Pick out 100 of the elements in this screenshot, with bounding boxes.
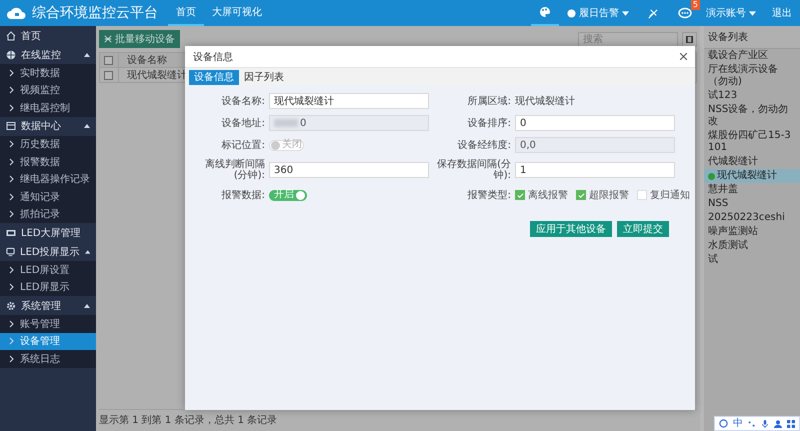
chevron-icon	[9, 266, 14, 274]
dialog-tab[interactable]: 设备信息	[189, 70, 239, 85]
device-tree-item[interactable]: NSS	[704, 197, 800, 211]
sidebar-item[interactable]: 抓拍记录	[0, 206, 96, 223]
sidebar-group-item[interactable]: 数据中心	[0, 116, 96, 136]
device-tree-item[interactable]: 20250223ceshi	[704, 211, 800, 225]
chevron-icon	[9, 354, 14, 363]
sidebar-group-item[interactable]: 首页	[0, 26, 96, 45]
field-value: 现代城裂缝计	[515, 94, 575, 108]
caret-icon	[622, 10, 629, 16]
device-tree-item[interactable]: 代城裂缝计	[704, 155, 800, 169]
sidebar-group-item[interactable]: 在线监控	[0, 45, 96, 64]
user-menu[interactable]: 演示账号	[698, 6, 764, 20]
chevron-icon	[9, 175, 14, 184]
sidebar-item[interactable]: 视频监控	[0, 82, 96, 99]
dialog-tab[interactable]: 因子列表	[239, 70, 289, 85]
caret-icon	[84, 250, 90, 254]
field-label: 设备地址:	[220, 118, 265, 128]
sidebar-item[interactable]: 设备管理	[0, 332, 96, 350]
sidebar-item[interactable]: 账号管理	[0, 315, 96, 332]
checkbox[interactable]	[515, 190, 525, 200]
sidebar-item[interactable]: 继电器操作记录	[0, 170, 96, 188]
input-field[interactable]: 0	[515, 115, 675, 131]
logout-link[interactable]: 退出	[764, 6, 800, 20]
fullscreen-button[interactable]	[682, 32, 697, 46]
device-tree-item[interactable]: 试123	[704, 89, 800, 103]
app-title: 综合环境监控云平台	[32, 4, 158, 22]
sidebar-item[interactable]: 实时数据	[0, 64, 96, 82]
caret-icon	[749, 10, 756, 16]
sidebar-group-item[interactable]: LED大屏管理	[0, 223, 96, 242]
sidebar-item[interactable]: LED屏设置	[0, 261, 96, 278]
field-label: 设备名称:	[220, 96, 265, 106]
gear-icon	[6, 300, 16, 310]
device-tree-item[interactable]: NSS设备，勿动勿改	[704, 103, 800, 129]
punctuation-icon[interactable]	[748, 420, 756, 428]
device-tree-item[interactable]: 载设合产业区	[704, 49, 800, 63]
dialog-button[interactable]: 应用于其他设备	[530, 221, 612, 237]
chat-icon[interactable]	[678, 7, 692, 19]
home-icon	[6, 30, 16, 40]
search-field[interactable]: 搜索	[578, 32, 678, 46]
sidebar-item[interactable]: 历史数据	[0, 136, 96, 153]
chevron-icon	[9, 104, 14, 112]
field-label: 设备排序:	[466, 118, 511, 128]
sidebar-item[interactable]: 通知记录	[0, 188, 96, 206]
palette-icon[interactable]	[539, 6, 551, 18]
checkbox[interactable]	[576, 190, 586, 200]
redaction-blur	[274, 119, 298, 127]
field-label: 报警类型:	[466, 190, 511, 200]
field-label: 离线判断间隔(分钟):	[204, 159, 265, 181]
close-icon[interactable]	[680, 53, 687, 60]
monitor-icon	[6, 246, 15, 256]
field-label: 保存数据间隔(分钟):	[436, 159, 511, 181]
grid-icon[interactable]	[787, 420, 795, 428]
online-dot-icon	[708, 172, 715, 180]
chevron-icon	[9, 86, 14, 94]
device-tree-item[interactable]: 慧井盖	[704, 183, 800, 197]
sidebar-item[interactable]: LED屏显示	[0, 278, 96, 296]
input-field[interactable]: 1	[515, 162, 675, 178]
device-tree-item[interactable]: 水质测试	[704, 239, 800, 253]
device-tree-item[interactable]: 煤股份四矿己15-3101	[704, 129, 800, 155]
device-tree-item[interactable]: 试	[704, 253, 800, 267]
input-field[interactable]: 360	[269, 162, 429, 178]
device-tree-item[interactable]: 厅在线演示设备（勿动)	[704, 63, 800, 89]
panel-title: 设备列表	[704, 26, 800, 49]
checkbox-label: 复归通知	[650, 188, 690, 202]
ime-logo-icon[interactable]	[719, 419, 728, 428]
chevron-icon	[9, 283, 14, 292]
batch-move-button[interactable]: 批量移动设备	[99, 30, 180, 48]
microphone-icon[interactable]	[761, 420, 769, 428]
checkbox[interactable]	[104, 70, 113, 80]
caret-icon	[84, 52, 90, 56]
chevron-icon	[9, 158, 14, 166]
ime-mode-label[interactable]: 中	[733, 418, 743, 428]
field-label: 所属区域:	[466, 96, 511, 106]
sidebar-group-item[interactable]: 系统管理	[0, 296, 96, 315]
alarm-menu[interactable]: 履日告警	[559, 6, 637, 20]
sidebar-group-item[interactable]: LED投屏显示	[0, 242, 96, 261]
sidebar-item[interactable]: 继电器控制	[0, 99, 96, 116]
dialog-button[interactable]: 立即提交	[617, 221, 669, 237]
fullscreen-icon	[686, 36, 693, 42]
field-label: 设备经纬度:	[456, 140, 511, 150]
check-icon	[516, 192, 524, 198]
input-field[interactable]: 现代城裂缝计	[269, 93, 429, 109]
device-tree-item[interactable]: 现代城裂缝计	[704, 169, 800, 183]
dialog-title: 设备信息	[193, 50, 233, 64]
chevron-icon	[9, 337, 14, 346]
sidebar-item[interactable]: 报警数据	[0, 153, 96, 170]
message-count-badge: 5	[690, 0, 700, 10]
chevron-icon	[9, 68, 14, 77]
checkbox-label: 离线报警	[528, 188, 568, 202]
user-icon[interactable]	[774, 420, 782, 428]
chevron-icon	[9, 210, 14, 218]
chevron-icon	[9, 320, 14, 328]
device-tree-item[interactable]: 噪声监测站	[704, 225, 800, 239]
chevron-icon	[9, 140, 14, 148]
nav-tab[interactable]: 大屏可视化	[204, 0, 270, 26]
checkbox[interactable]	[104, 56, 113, 64]
cloud-logo-icon	[6, 6, 26, 20]
sidebar-item[interactable]: 系统日志	[0, 350, 96, 368]
led-icon	[6, 228, 16, 238]
